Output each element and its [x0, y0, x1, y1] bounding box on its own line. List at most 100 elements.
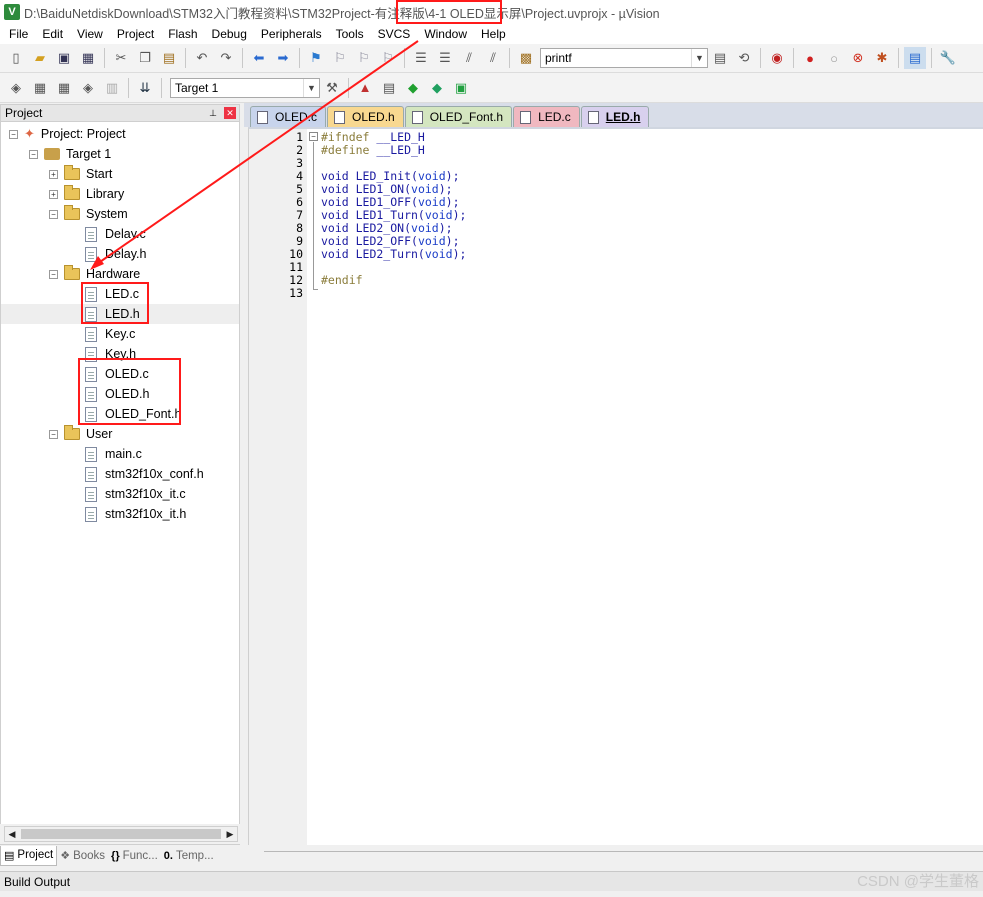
paste-icon[interactable]: ▤ [158, 47, 180, 69]
new-file-icon[interactable]: ▯ [5, 47, 27, 69]
chevron-down-icon[interactable]: ▼ [303, 78, 319, 97]
collapse-icon[interactable]: − [9, 129, 18, 139]
menu-project[interactable]: Project [110, 24, 161, 44]
configure-icon[interactable]: 🔧 [937, 47, 959, 69]
tree-file-it-h[interactable]: stm32f10x_it.h [85, 504, 186, 524]
kill-breakpoints-icon[interactable]: ✱ [871, 47, 893, 69]
close-icon[interactable]: ✕ [224, 107, 236, 119]
menu-window[interactable]: Window [417, 24, 474, 44]
find-in-files-icon[interactable]: ▩ [515, 47, 537, 69]
unindent-icon[interactable]: ☰ [434, 47, 456, 69]
tree-group-library[interactable]: + Library [49, 184, 124, 204]
select-packs-icon[interactable]: ▤ [378, 77, 400, 99]
disable-breakpoint-icon[interactable]: ○ [823, 47, 845, 69]
tree-label: Delay.h [105, 247, 147, 261]
cut-icon[interactable]: ✂ [110, 47, 132, 69]
next-bookmark-icon[interactable]: ⚐ [353, 47, 375, 69]
tree-file-delay-c[interactable]: Delay.c [85, 224, 146, 244]
menu-flash[interactable]: Flash [161, 24, 204, 44]
tab-led-c[interactable]: LED.c [513, 106, 580, 127]
rebuild-icon[interactable]: ▦ [53, 77, 75, 99]
scroll-left-icon[interactable]: ◀ [5, 827, 19, 841]
save-all-icon[interactable]: ▦ [77, 47, 99, 69]
clear-bookmarks-icon[interactable]: ⚐ [377, 47, 399, 69]
tree-project-root[interactable]: − ✦ Project: Project [9, 124, 126, 144]
translate-icon[interactable]: ◈ [5, 77, 27, 99]
tree-target[interactable]: − Target 1 [29, 144, 111, 164]
undo-icon[interactable]: ↶ [191, 47, 213, 69]
indent-icon[interactable]: ☰ [410, 47, 432, 69]
scroll-thumb[interactable] [21, 829, 221, 839]
tab-templates[interactable]: 0. Temp... [161, 846, 217, 866]
save-icon[interactable]: ▣ [53, 47, 75, 69]
disable-all-breakpoints-icon[interactable]: ⊗ [847, 47, 869, 69]
tab-books[interactable]: ❖ Books [57, 846, 108, 866]
target-options-icon[interactable]: ⚒ [321, 77, 343, 99]
manage-project-icon[interactable]: ▲ [354, 77, 376, 99]
comment-icon[interactable]: ⫽ [458, 47, 480, 69]
stop-build-icon[interactable]: ▥ [101, 77, 123, 99]
find-icon[interactable]: ⟲ [733, 47, 755, 69]
download-load-icon[interactable]: ⇊ [134, 77, 156, 99]
menu-help[interactable]: Help [474, 24, 513, 44]
menu-file[interactable]: File [2, 24, 35, 44]
find-combo[interactable]: printf ▼ [540, 48, 708, 68]
tab-oled-c[interactable]: OLED.c [250, 106, 327, 127]
tab-oled-font-h[interactable]: OLED_Font.h [404, 106, 513, 127]
expand-icon[interactable]: + [49, 169, 58, 179]
fold-collapse-icon[interactable]: − [309, 132, 318, 141]
menu-debug[interactable]: Debug [205, 24, 254, 44]
tree-group-hardware[interactable]: − Hardware [49, 264, 140, 284]
copy-icon[interactable]: ❐ [134, 47, 156, 69]
expand-icon[interactable]: + [49, 189, 58, 199]
prev-bookmark-icon[interactable]: ⚐ [329, 47, 351, 69]
code-line-2: #define __LED_H [321, 143, 425, 157]
software-packs-icon[interactable]: ▣ [450, 77, 472, 99]
menu-peripherals[interactable]: Peripherals [254, 24, 329, 44]
editor-tab-bar: OLED.c OLED.h OLED_Font.h LED.c LED.h [244, 103, 983, 127]
build-icon[interactable]: ▦ [29, 77, 51, 99]
bookmark-icon[interactable]: ⚑ [305, 47, 327, 69]
tab-functions[interactable]: {} Func... [108, 846, 161, 866]
menu-tools[interactable]: Tools [329, 24, 371, 44]
tab-oled-h[interactable]: OLED.h [327, 106, 404, 127]
uncomment-icon[interactable]: ⫽ [482, 47, 504, 69]
target-select[interactable]: Target 1 ▼ [170, 77, 320, 98]
project-horizontal-scrollbar[interactable]: ◀ ▶ [4, 826, 238, 842]
redo-icon[interactable]: ↷ [215, 47, 237, 69]
tree-file-main-c[interactable]: main.c [85, 444, 142, 464]
tree-file-it-c[interactable]: stm32f10x_it.c [85, 484, 186, 504]
annotation-box-title [396, 0, 502, 24]
tree-group-system[interactable]: − System [49, 204, 128, 224]
open-folder-icon[interactable]: ▰ [29, 47, 51, 69]
pack-installer-icon[interactable]: ◆ [426, 77, 448, 99]
tree-file-delay-h[interactable]: Delay.h [85, 244, 146, 264]
tree-group-user[interactable]: − User [49, 424, 112, 444]
menu-edit[interactable]: Edit [35, 24, 70, 44]
batch-build-icon[interactable]: ◈ [77, 77, 99, 99]
collapse-icon[interactable]: − [49, 429, 58, 439]
collapse-icon[interactable]: − [49, 209, 58, 219]
scroll-right-icon[interactable]: ▶ [223, 827, 237, 841]
tab-led-h[interactable]: LED.h [580, 106, 650, 127]
code-editor[interactable]: 1 2 3 4 5 6 7 8 9 10 11 12 13 − #ifndef … [248, 127, 983, 845]
incremental-find-icon[interactable]: ▤ [709, 47, 731, 69]
code-text-area[interactable]: − #ifndef __LED_H #define __LED_H void L… [307, 129, 983, 845]
breakpoint-icon[interactable]: ● [799, 47, 821, 69]
tab-project[interactable]: ▤ Project [0, 845, 58, 866]
window-layout-icon[interactable]: ▤ [904, 47, 926, 69]
navigate-forward-icon[interactable]: ➡ [272, 47, 294, 69]
tree-file-conf-h[interactable]: stm32f10x_conf.h [85, 464, 204, 484]
editor-horizontal-scrollbar[interactable] [264, 851, 983, 857]
menu-svcs[interactable]: SVCS [371, 24, 418, 44]
menu-view[interactable]: View [70, 24, 110, 44]
collapse-icon[interactable]: − [29, 149, 38, 159]
collapse-icon[interactable]: − [49, 269, 58, 279]
debug-session-icon[interactable]: ◉ [766, 47, 788, 69]
chevron-down-icon[interactable]: ▼ [691, 49, 707, 67]
manage-rte-icon[interactable]: ◆ [402, 77, 424, 99]
tree-group-start[interactable]: + Start [49, 164, 112, 184]
pin-icon[interactable]: ⊥ [207, 107, 219, 119]
navigate-back-icon[interactable]: ⬅ [248, 47, 270, 69]
tree-file-key-c[interactable]: Key.c [85, 324, 135, 344]
